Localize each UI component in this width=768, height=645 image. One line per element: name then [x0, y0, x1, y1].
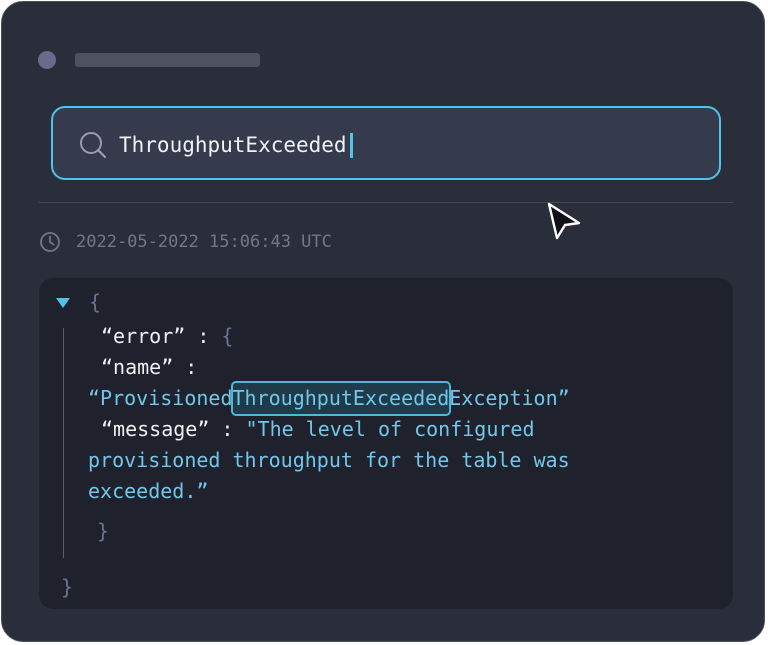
json-name-line: “name” : — [101, 352, 197, 383]
json-open-brace: { — [89, 290, 102, 314]
app-window: ThroughputExceeded 2022-05-2022 15:06:43… — [1, 1, 765, 642]
cursor-icon — [547, 202, 581, 240]
json-name-colon: : — [173, 355, 198, 379]
json-name-value: “ProvisionedThroughputExceededException” — [88, 381, 570, 416]
search-icon — [80, 132, 107, 159]
text-caret — [349, 132, 353, 158]
title-placeholder-bar — [75, 53, 260, 67]
tree-guide-line — [63, 328, 64, 558]
divider — [39, 202, 733, 203]
log-timestamp: 2022-05-2022 15:06:43 UTC — [76, 232, 332, 252]
json-viewer: { “error” : { “name” : “ProvisionedThrou… — [39, 278, 733, 609]
json-error-line: “error” : { — [101, 321, 233, 352]
json-name-key: “name” — [101, 355, 174, 379]
clock-icon — [40, 232, 60, 252]
json-message-value-line3: exceeded.” — [88, 479, 209, 503]
json-message-colon: : — [209, 417, 246, 441]
json-close-brace: } — [61, 575, 74, 599]
json-message-value-line2: provisioned throughput for the table was — [88, 448, 570, 472]
json-message-key: “message” — [101, 417, 210, 441]
search-box[interactable]: ThroughputExceeded — [51, 106, 721, 180]
json-error-close-brace: } — [97, 519, 110, 543]
search-input[interactable]: ThroughputExceeded — [119, 128, 353, 162]
json-name-value-suffix: Exception” — [449, 386, 570, 410]
window-dot — [38, 51, 56, 69]
caret-down-icon[interactable] — [55, 297, 71, 309]
json-message-value-line1: "The level of configured — [245, 417, 535, 441]
search-query: ThroughputExceeded — [119, 133, 347, 157]
json-error-key: “error” — [101, 324, 186, 348]
json-name-value-prefix: “Provisioned — [88, 386, 233, 410]
json-error-open-brace: { — [221, 324, 234, 348]
json-colon: : — [185, 324, 222, 348]
search-match-highlight: ThroughputExceeded — [230, 381, 452, 416]
json-message-line: “message” : "The level of configured — [101, 414, 534, 445]
